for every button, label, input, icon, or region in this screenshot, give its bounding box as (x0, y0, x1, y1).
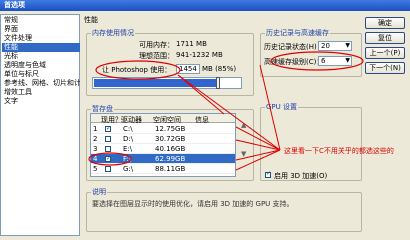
annotation-layer (88, 51, 364, 171)
annotation-arrow (177, 74, 225, 115)
annotation-ellipse-cache (270, 51, 364, 71)
annotation-arrow (235, 149, 281, 171)
annotation-ellipse-ram (95, 60, 181, 80)
annotation-note: 这里看一下C不用关乎的都选这些的 (284, 147, 394, 155)
annotation-ellipse-drive (88, 152, 132, 166)
annotation-arrow (235, 126, 281, 151)
annotation-arrow (235, 149, 281, 161)
